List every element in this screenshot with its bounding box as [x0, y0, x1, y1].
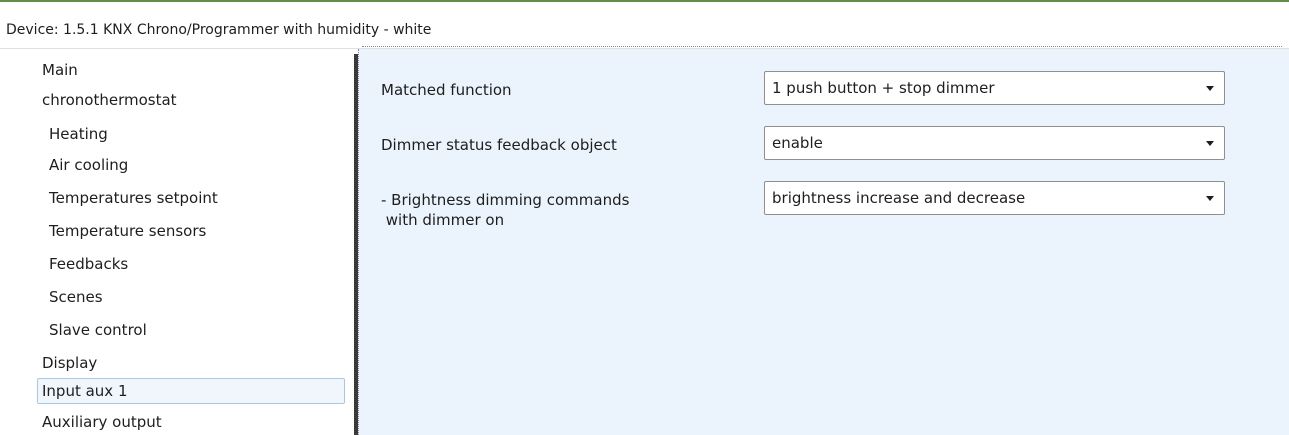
sidebar-item-temperatures-setpoint[interactable]: Temperatures setpoint — [49, 185, 218, 211]
dimmer-status-feedback-select[interactable]: enable — [764, 126, 1225, 160]
sidebar-item-input-aux-1[interactable]: Input aux 1 — [37, 378, 345, 404]
sidebar-item-chronothermostat[interactable]: chronothermostat — [42, 87, 177, 113]
chevron-down-icon — [1206, 86, 1214, 91]
sidebar-item-temperature-sensors[interactable]: Temperature sensors — [49, 218, 206, 244]
dimmer-status-feedback-label: Dimmer status feedback object — [381, 136, 617, 154]
device-parameters-window: Device: 1.5.1 KNX Chrono/Programmer with… — [0, 0, 1289, 435]
matched-function-value: 1 push button + stop dimmer — [772, 79, 995, 97]
sidebar-item-auxiliary-output[interactable]: Auxiliary output — [42, 409, 162, 435]
parameter-panel: Matched function 1 push button + stop di… — [358, 49, 1289, 435]
brightness-dimming-commands-label: - Brightness dimming commands with dimme… — [381, 191, 630, 229]
dimmer-status-feedback-value: enable — [772, 134, 823, 152]
sidebar-item-air-cooling[interactable]: Air cooling — [49, 152, 128, 178]
brightness-dimming-commands-select[interactable]: brightness increase and decrease — [764, 181, 1225, 215]
sidebar-item-scenes[interactable]: Scenes — [49, 284, 103, 310]
matched-function-label: Matched function — [381, 81, 512, 99]
matched-function-select[interactable]: 1 push button + stop dimmer — [764, 71, 1225, 105]
sidebar-item-slave-control[interactable]: Slave control — [49, 317, 147, 343]
title-separator — [362, 46, 1282, 47]
sidebar-item-main[interactable]: Main — [42, 57, 78, 83]
sidebar-item-heating[interactable]: Heating — [49, 121, 108, 147]
parameter-tree: Main chronothermostat Heating Air coolin… — [0, 49, 354, 435]
sidebar-item-feedbacks[interactable]: Feedbacks — [49, 251, 128, 277]
chevron-down-icon — [1206, 196, 1214, 201]
title-bar: Device: 1.5.1 KNX Chrono/Programmer with… — [0, 2, 1289, 49]
brightness-dimming-commands-value: brightness increase and decrease — [772, 189, 1026, 207]
chevron-down-icon — [1206, 141, 1214, 146]
sidebar-item-display[interactable]: Display — [42, 350, 97, 376]
window-title: Device: 1.5.1 KNX Chrono/Programmer with… — [6, 22, 432, 38]
